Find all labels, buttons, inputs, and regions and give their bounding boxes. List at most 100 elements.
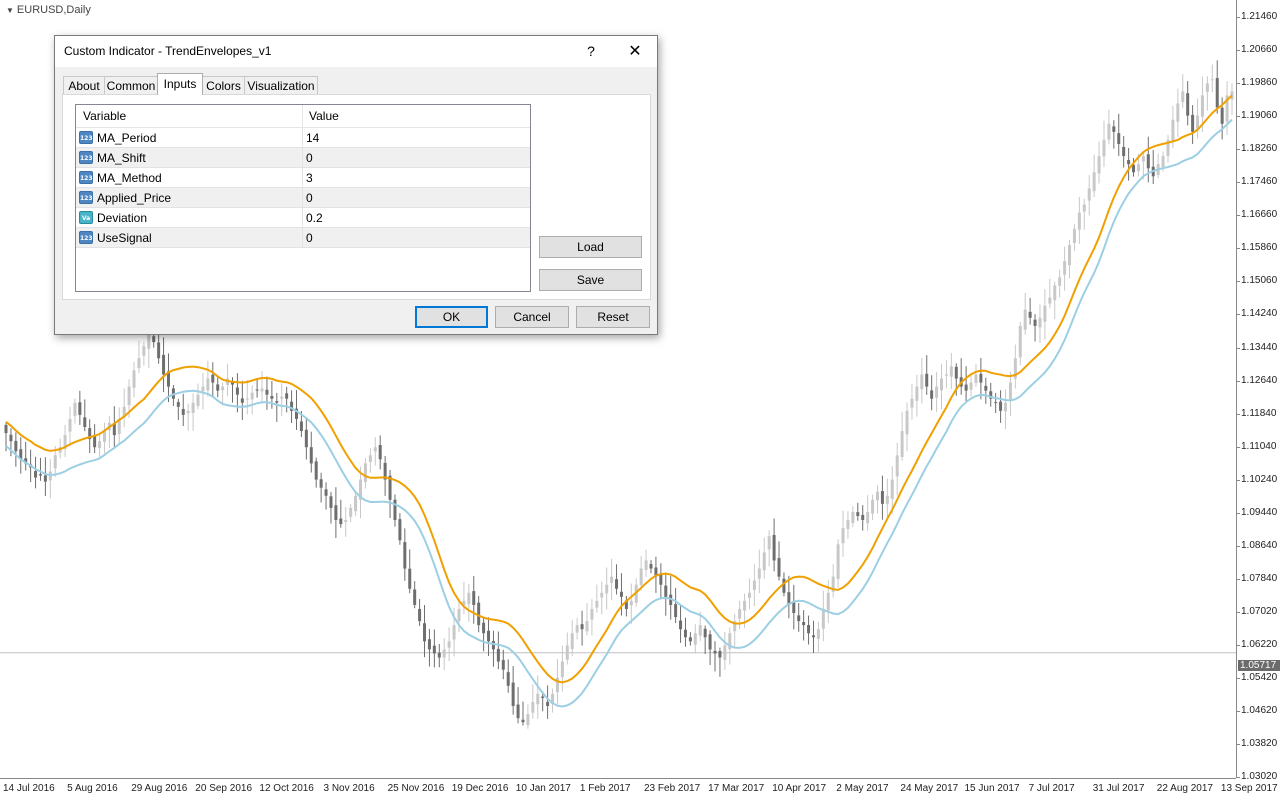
triangle-down-icon: ▼ <box>6 6 14 15</box>
candle-body <box>196 394 200 406</box>
candle <box>186 403 190 431</box>
row-variable: Applied_Price <box>97 191 172 205</box>
candle-body <box>856 512 860 516</box>
candle <box>68 406 72 447</box>
candle <box>1176 88 1180 138</box>
candle <box>551 688 555 713</box>
tab-about[interactable]: About <box>63 76 105 94</box>
candle <box>1191 105 1195 144</box>
double-type-icon: Va <box>79 211 93 224</box>
candle <box>536 675 540 719</box>
tab-common[interactable]: Common <box>104 76 158 94</box>
inputs-grid[interactable]: Variable Value 123 MA_Period 14 123 MA_Shift… <box>75 104 531 292</box>
candle-body <box>1196 115 1200 129</box>
candle <box>427 628 431 667</box>
candle-body <box>1127 160 1131 165</box>
grid-row-ma-period[interactable]: 123 MA_Period 14 <box>76 128 530 148</box>
candle <box>851 506 855 528</box>
candle-body <box>605 584 609 594</box>
time-tick-label: 23 Feb 2017 <box>644 783 701 794</box>
save-button[interactable]: Save <box>539 269 642 291</box>
candle-body <box>664 585 668 597</box>
candle-body <box>344 520 348 522</box>
candle-body <box>1102 139 1106 157</box>
candle <box>644 549 648 577</box>
tab-colors[interactable]: Colors <box>202 76 245 94</box>
header-value[interactable]: Value <box>302 105 530 127</box>
dialog-titlebar[interactable]: Custom Indicator - TrendEnvelopes_v1 ? ✕ <box>55 36 657 67</box>
candle <box>816 621 820 653</box>
candle <box>304 418 308 460</box>
grid-row-applied-price[interactable]: 123 Applied_Price 0 <box>76 188 530 208</box>
row-value[interactable]: 3 <box>306 168 313 188</box>
candle <box>34 456 38 489</box>
candle-body <box>339 518 343 525</box>
candle-body <box>644 560 648 570</box>
candle <box>1230 83 1234 115</box>
grid-row-ma-shift[interactable]: 123 MA_Shift 0 <box>76 148 530 168</box>
candle <box>1043 289 1047 340</box>
cancel-button[interactable]: Cancel <box>495 306 569 328</box>
row-value[interactable]: 0 <box>306 228 313 248</box>
candle-body <box>580 624 584 630</box>
candle <box>240 380 244 420</box>
candle-body <box>1215 78 1219 108</box>
candle-body <box>221 386 225 391</box>
candle-body <box>9 434 13 442</box>
candle <box>905 402 909 452</box>
close-icon[interactable]: ✕ <box>613 36 657 67</box>
load-button[interactable]: Load <box>539 236 642 258</box>
grid-row-usesignal[interactable]: 123 UseSignal 0 <box>76 228 530 248</box>
candle-body <box>816 629 820 639</box>
candle-body <box>413 589 417 605</box>
row-variable: MA_Method <box>97 171 162 185</box>
candle <box>674 587 678 624</box>
reset-button[interactable]: Reset <box>576 306 650 328</box>
candle <box>408 549 412 594</box>
candle-body <box>531 701 535 713</box>
candle <box>861 505 865 531</box>
inputs-panel: Variable Value 123 MA_Period 14 123 MA_Shift… <box>62 94 651 300</box>
candle <box>649 560 653 574</box>
candle <box>487 617 491 657</box>
candle-body <box>575 625 579 633</box>
candle <box>245 380 249 415</box>
help-button[interactable]: ? <box>569 36 613 67</box>
candle <box>1092 154 1096 197</box>
time-axis[interactable]: 14 Jul 2016 5 Aug 2016 29 Aug 2016 20 Sep 2… <box>0 778 1278 801</box>
candle-body <box>378 445 382 460</box>
tab-visualization[interactable]: Visualization <box>244 76 318 94</box>
candle-body <box>713 650 717 654</box>
header-variable[interactable]: Variable <box>76 105 302 127</box>
candle <box>930 375 934 411</box>
candle-body <box>890 479 894 499</box>
row-value[interactable]: 0.2 <box>306 208 323 228</box>
candle <box>1097 141 1101 184</box>
price-tick-label: 1.08640 <box>1236 539 1278 551</box>
candle <box>1102 120 1106 167</box>
grid-row-ma-method[interactable]: 123 MA_Method 3 <box>76 168 530 188</box>
tab-inputs[interactable]: Inputs <box>157 73 203 95</box>
candle-body <box>826 592 830 611</box>
candle <box>811 620 815 653</box>
candle-body <box>408 568 412 589</box>
row-value[interactable]: 0 <box>306 148 313 168</box>
candle <box>216 377 220 398</box>
candle-body <box>1053 285 1057 301</box>
candle-body <box>757 568 761 579</box>
candle <box>546 685 550 719</box>
price-tick-label: 1.17460 <box>1236 176 1278 188</box>
price-scale[interactable]: 1.21460 1.20660 1.19860 1.19060 1.18260 1.174… <box>1236 0 1280 782</box>
row-value[interactable]: 14 <box>306 128 319 148</box>
row-value[interactable]: 0 <box>306 188 313 208</box>
ok-button[interactable]: OK <box>415 306 488 328</box>
grid-header: Variable Value <box>76 105 530 128</box>
candle-body <box>688 637 692 642</box>
candle <box>590 599 594 636</box>
candle-body <box>73 402 77 416</box>
time-tick-label: 12 Oct 2016 <box>259 783 314 794</box>
candle-body <box>1181 91 1185 103</box>
candle <box>334 487 338 538</box>
row-variable: MA_Shift <box>97 151 146 165</box>
grid-row-deviation[interactable]: Va Deviation 0.2 <box>76 208 530 228</box>
